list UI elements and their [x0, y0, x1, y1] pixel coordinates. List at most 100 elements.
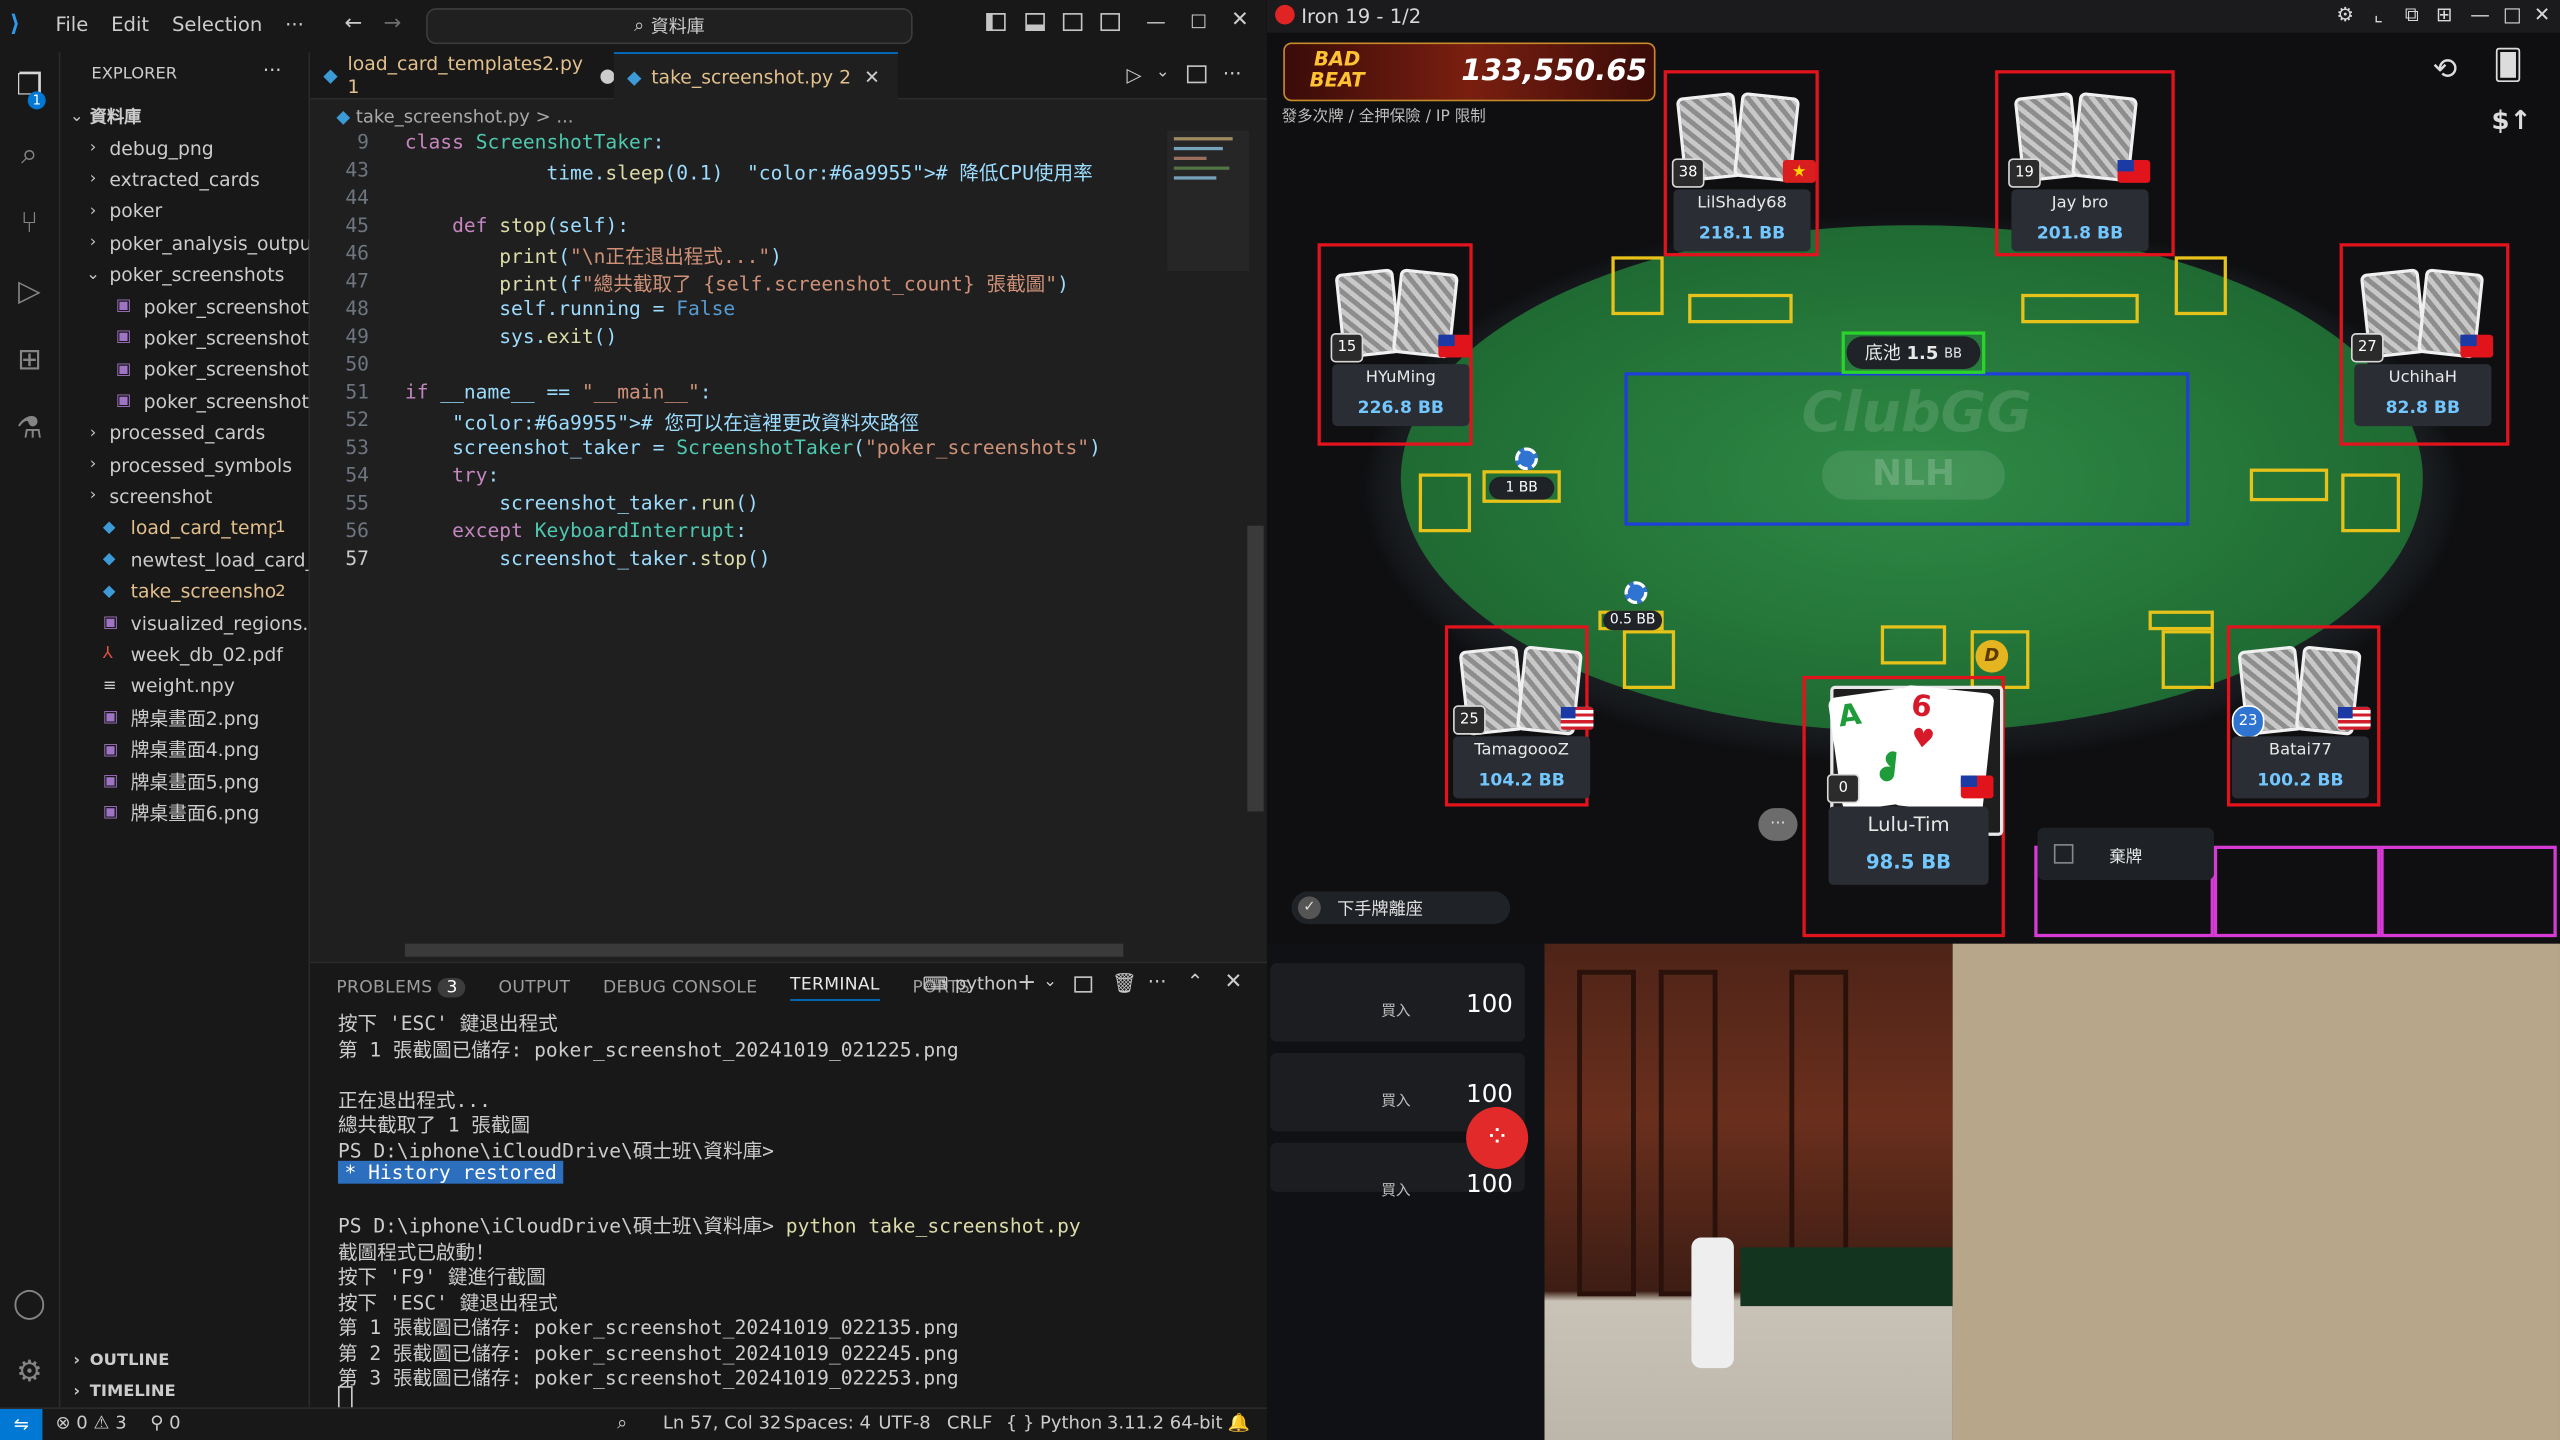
code-line[interactable]: def stop(self): [405, 214, 629, 242]
menu-more[interactable]: ··· [285, 13, 304, 36]
tree-item[interactable]: › screenshot [60, 481, 308, 512]
code-line[interactable]: sys.exit() [405, 325, 617, 353]
timeline-section[interactable]: › TIMELINE [60, 1376, 308, 1407]
remote-indicator-icon[interactable]: ⇋ [0, 1408, 43, 1440]
tree-item[interactable]: › poker_analysis_output [60, 227, 309, 258]
checkbox-icon[interactable] [2053, 844, 2074, 864]
encoding[interactable]: UTF-8 [878, 1412, 930, 1433]
fold-button[interactable]: 棄牌 [2037, 827, 2214, 880]
account-icon[interactable]: ◯ [10, 1283, 49, 1322]
settings-gear-icon[interactable]: ⚙ [2336, 3, 2354, 26]
code-line[interactable]: print(f"總共截取了 {self.screenshot_count} 張截… [405, 269, 1069, 297]
buyin-row[interactable]: 買入 100 [1270, 963, 1525, 1042]
tree-item[interactable]: ◆ take_screenshot....2 [60, 576, 308, 607]
code-line[interactable]: class ScreenshotTaker: [405, 131, 665, 159]
code-line[interactable]: print("\n正在退出程式...") [405, 242, 782, 270]
source-control-icon[interactable]: ⑂ [10, 202, 49, 241]
new-terminal-plus-icon[interactable]: + [1017, 970, 1036, 996]
tree-item[interactable]: ⌄ poker_screenshots [60, 259, 308, 290]
breadcrumb[interactable]: ◆ take_screenshot.py > ... [336, 106, 573, 127]
tree-item[interactable]: ⅄ week_db_02.pdf [60, 639, 308, 670]
menu-file[interactable]: File [56, 13, 89, 36]
layout-icon[interactable]: ⌞ [2374, 3, 2383, 26]
maximize-icon[interactable]: □ [1190, 10, 1207, 31]
menu-selection[interactable]: Selection [172, 13, 262, 36]
tab-terminal[interactable]: TERMINAL [790, 975, 880, 1001]
tile-icon[interactable]: ⊞ [2436, 3, 2452, 26]
toggle-sidebar-icon[interactable] [986, 13, 1006, 32]
notifications-bell-icon[interactable]: 🔔 [1228, 1412, 1250, 1433]
run-dropdown-icon[interactable]: ⌄ [1156, 64, 1170, 82]
minimize-icon[interactable]: — [1146, 10, 1166, 33]
tree-item[interactable]: ▣ 牌桌畫面2.png [60, 702, 308, 733]
close-tab-icon[interactable]: ✕ [864, 65, 880, 88]
tree-item[interactable]: ▣ poker_screenshot_2... [60, 386, 309, 417]
terminal-dropdown-icon[interactable]: ⌄ [1043, 973, 1057, 991]
panel-more-icon[interactable]: ··· [1148, 970, 1167, 993]
menu-edit[interactable]: Edit [111, 13, 149, 36]
code-line[interactable]: screenshot_taker.stop() [405, 547, 770, 575]
testing-icon[interactable]: ⚗ [10, 408, 49, 447]
tab-load-card-templates2[interactable]: ◆ load_card_templates2.py 1 ● [310, 52, 627, 98]
tab-take-screenshot[interactable]: ◆ take_screenshot.py 2 ✕ [613, 52, 898, 100]
chat-bubble-icon[interactable]: ··· [1758, 808, 1798, 841]
close-window-icon[interactable]: ✕ [1231, 8, 1249, 32]
outline-section[interactable]: › OUTLINE [60, 1345, 308, 1376]
code-line[interactable]: time.sleep(0.1) "color:#6a9955"># 降低CPU使… [405, 158, 1092, 186]
tree-item[interactable]: ≡ weight.npy [60, 671, 308, 702]
maximize-panel-icon[interactable]: ⌃ [1187, 970, 1203, 993]
tree-item[interactable]: ▣ poker_screenshot_2... [60, 291, 309, 322]
split-terminal-icon[interactable] [1074, 976, 1093, 993]
tab-debug-console[interactable]: DEBUG CONSOLE [603, 978, 757, 998]
problems-status[interactable]: ⊗ 0 ⚠ 3 [56, 1412, 127, 1433]
apps-menu-icon[interactable]: ⁘ [1466, 1106, 1529, 1169]
code-line[interactable]: if __name__ == "__main__": [405, 380, 712, 408]
language-mode[interactable]: { } Python [1006, 1412, 1103, 1433]
cards-icon[interactable]: 🂠 [2493, 49, 2529, 85]
tab-output[interactable]: OUTPUT [499, 978, 571, 998]
code-line[interactable]: screenshot_taker.run() [405, 491, 759, 519]
sit-out-next-hand-toggle[interactable]: ✓ 下手牌離座 [1291, 891, 1511, 925]
run-debug-icon[interactable]: ▷ [10, 271, 49, 310]
workspace-root[interactable]: ⌄ 資料庫 [60, 101, 308, 132]
end-of-line[interactable]: CRLF [947, 1412, 992, 1433]
maximize-icon[interactable]: □ [2503, 3, 2522, 26]
tree-item[interactable]: ▣ 牌桌畫面4.png [60, 734, 308, 765]
extensions-icon[interactable]: ⊞ [10, 340, 49, 379]
replay-icon[interactable]: ⟲ [2433, 52, 2469, 88]
tree-item[interactable]: ▣ poker_screenshot_2... [60, 322, 309, 353]
back-arrow-icon[interactable]: ← [344, 11, 362, 35]
explorer-more-icon[interactable]: ··· [263, 59, 282, 82]
tab-problems[interactable]: PROBLEMS 3 [336, 977, 466, 998]
tree-item[interactable]: › extracted_cards [60, 164, 308, 195]
minimize-icon[interactable]: — [2470, 3, 2490, 26]
minimap[interactable] [1167, 130, 1249, 272]
tree-item[interactable]: ▣ 牌桌畫面5.png [60, 766, 308, 797]
toggle-secondary-sidebar-icon[interactable] [1062, 13, 1083, 32]
code-line[interactable]: try: [405, 464, 499, 492]
settings-gear-icon[interactable]: ⚙ [10, 1352, 49, 1391]
bad-beat-jackpot-banner[interactable]: BAD BEAT 133,550.65 [1283, 42, 1656, 102]
tree-item[interactable]: ▣ poker_screenshot_2... [60, 354, 309, 385]
code-line[interactable]: screenshot_taker = ScreenshotTaker("poke… [405, 436, 1101, 464]
close-window-icon[interactable]: ✕ [2534, 3, 2550, 26]
code-line[interactable]: self.running = False [405, 297, 735, 325]
indentation[interactable]: Spaces: 4 [784, 1412, 871, 1433]
ports-status[interactable]: ⚲ 0 [150, 1412, 180, 1433]
forward-arrow-icon[interactable]: → [384, 11, 402, 35]
tree-item[interactable]: › debug_png [60, 132, 308, 163]
run-python-icon[interactable]: ▷ [1127, 64, 1142, 87]
editor-vertical-scrollbar[interactable] [1247, 525, 1264, 812]
cursor-position[interactable]: Ln 57, Col 32 [663, 1412, 781, 1433]
tree-item[interactable]: ◆ newtest_load_card_te... [60, 544, 309, 575]
toggle-panel-icon[interactable] [1025, 13, 1045, 32]
python-interpreter[interactable]: 3.11.2 64-bit [1107, 1412, 1223, 1433]
cascade-icon[interactable]: ⧉ [2405, 3, 2419, 27]
tree-item[interactable]: ◆ load_card_templ...1 [60, 512, 308, 543]
command-center-search[interactable]: ⌕ 資料庫 [426, 8, 913, 45]
search-sidebar-icon[interactable]: ⌕ [10, 134, 49, 173]
terminal-shell-selector[interactable]: ⌨ python [922, 973, 1017, 994]
customize-layout-icon[interactable] [1100, 13, 1120, 32]
close-panel-icon[interactable]: ✕ [1224, 970, 1242, 994]
tree-item[interactable]: › processed_symbols [60, 449, 308, 480]
